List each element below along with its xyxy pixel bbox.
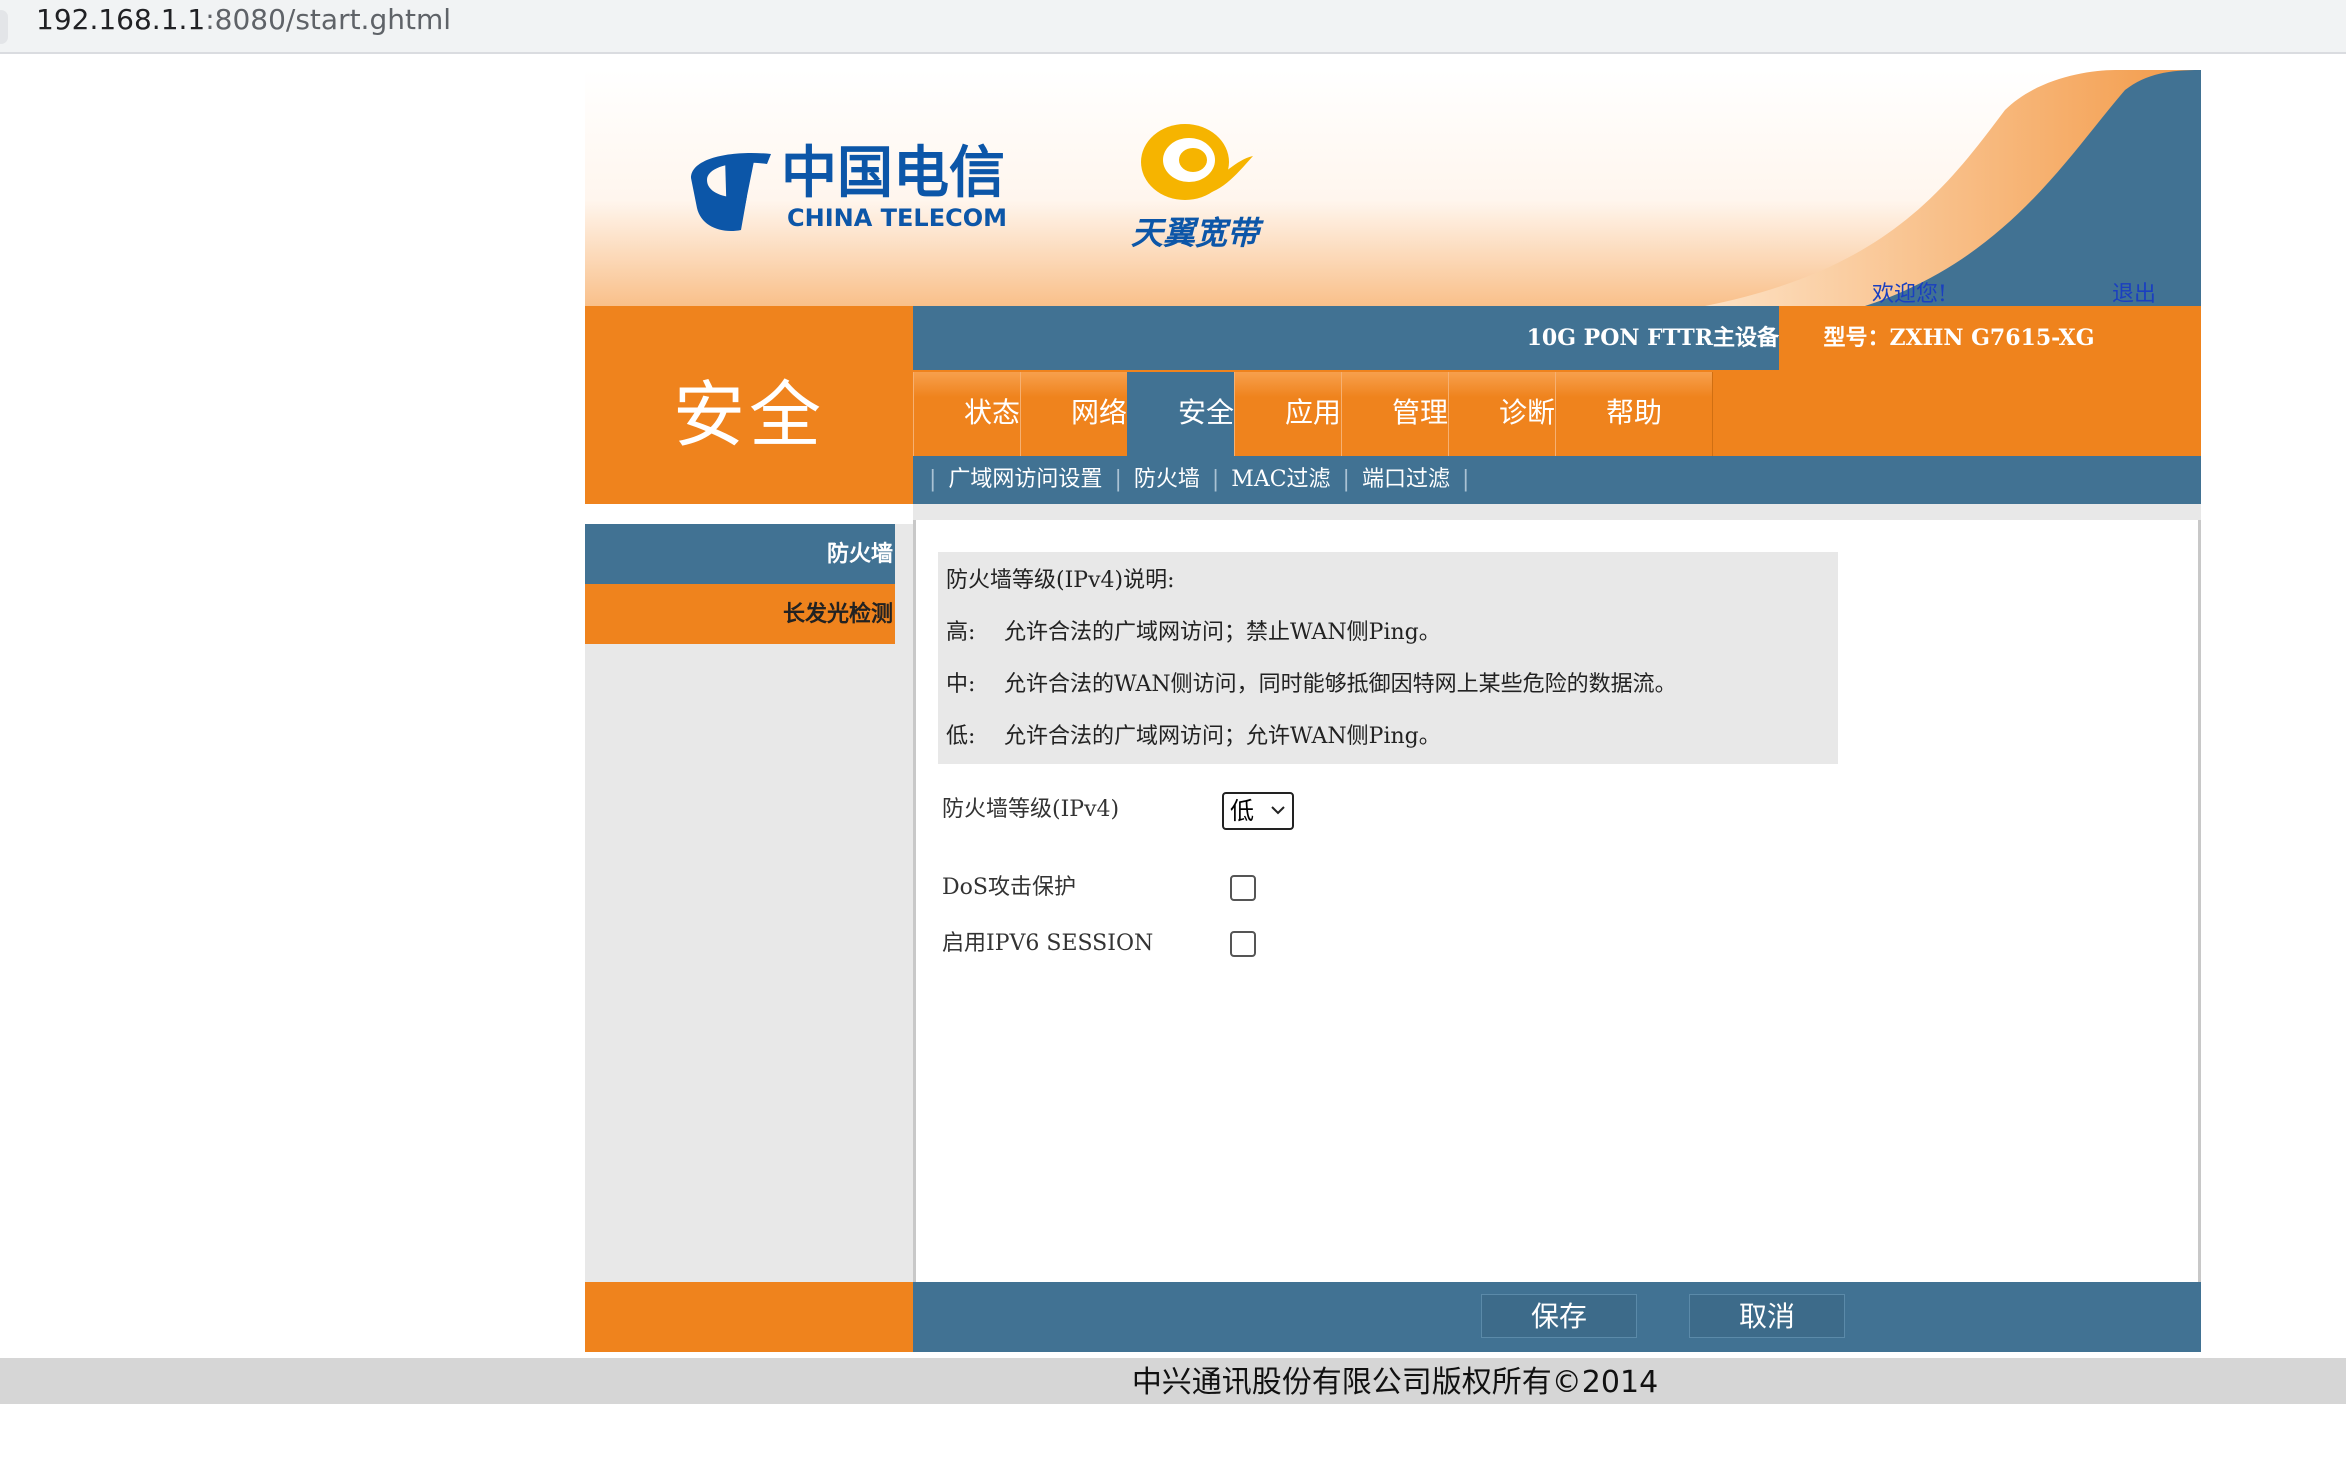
subnav-mac-filter[interactable]: MAC过滤 <box>1231 456 1330 504</box>
subnav-separator: | <box>1342 467 1350 492</box>
logout-link[interactable]: 退出 <box>2112 276 2156 308</box>
level-low-text: 允许合法的广域网访问；允许WAN侧Ping。 <box>1004 724 1441 749</box>
left-menu-item-rogue-onu-detection[interactable]: 长发光检测 <box>585 584 895 644</box>
level-medium-name: 中: <box>946 672 976 697</box>
address-bar-edge <box>0 10 8 44</box>
left-menu: 防火墙 长发光检测 <box>585 504 913 1282</box>
main-tabs: 状态 网络 安全 应用 管理 诊断 帮助 <box>913 370 2201 456</box>
device-info-bar: 10G PON FTTR主设备 型号：ZXHN G7615-XG <box>913 306 2201 370</box>
left-menu-item-firewall[interactable]: 防火墙 <box>585 524 895 584</box>
level-medium-text: 允许合法的WAN侧访问，同时能够抵御因特网上某些危险的数据流。 <box>1004 672 1677 697</box>
subnav-separator: | <box>1461 467 1470 492</box>
ipv6-session-label: 启用IPV6 SESSION <box>942 931 1154 956</box>
sub-brand-text: 天翼宽带 <box>1131 214 1264 250</box>
subnav-firewall[interactable]: 防火墙 <box>1134 456 1200 504</box>
firewall-level-label: 防火墙等级(IPv4) <box>942 797 1120 822</box>
china-telecom-logo: 中国电信 CHINA TELECOM <box>691 141 1007 232</box>
welcome-text: 欢迎您! <box>1872 282 1947 307</box>
firewall-level-select[interactable]: 低 <box>1222 792 1294 830</box>
footer-button-bar: 保存 取消 <box>913 1282 2201 1352</box>
section-title-box: 安全 <box>585 306 913 504</box>
footer-left-block <box>585 1282 913 1352</box>
sub-navigation: | 广域网访问设置 | 防火墙 | MAC过滤 | 端口过滤 | <box>913 456 2201 504</box>
firewall-description-title: 防火墙等级(IPv4)说明: <box>946 568 1175 593</box>
firewall-level-value: 低 <box>1230 797 1254 825</box>
level-high-text: 允许合法的广域网访问；禁止WAN侧Ping。 <box>1004 620 1441 645</box>
device-model: 型号：ZXHN G7615-XG <box>1823 325 2095 351</box>
left-menu-gap <box>585 504 913 524</box>
level-low-line: 低: 允许合法的广域网访问；允许WAN侧Ping。 <box>946 714 1838 766</box>
subnav-port-filter[interactable]: 端口过滤 <box>1362 456 1450 504</box>
address-url[interactable]: 192.168.1.1:8080/start.ghtml <box>36 0 451 40</box>
device-description: 10G PON FTTR主设备 <box>1526 325 1779 351</box>
model-box: 型号：ZXHN G7615-XG <box>1779 306 2201 370</box>
content-panel: 防火墙等级(IPv4)说明: 高: 允许合法的广域网访问；禁止WAN侧Ping。 … <box>913 520 2201 1282</box>
firewall-description-box: 防火墙等级(IPv4)说明: 高: 允许合法的广域网访问；禁止WAN侧Ping。 … <box>938 552 1838 764</box>
ipv6-session-checkbox[interactable] <box>1230 931 1256 957</box>
subnav-separator: | <box>929 467 937 492</box>
chevron-down-icon <box>1271 806 1285 815</box>
tianyi-broadband-logo: 天翼宽带 <box>1131 124 1264 250</box>
browser-address-bar: 192.168.1.1:8080/start.ghtml <box>0 0 2346 54</box>
copyright-text: 中兴通讯股份有限公司版权所有©2014 <box>1131 1365 1659 1400</box>
dos-protection-label: DoS攻击保护 <box>942 875 1076 900</box>
level-high-name: 高: <box>946 620 976 645</box>
level-low-name: 低: <box>946 724 976 749</box>
brand-cn-text: 中国电信 <box>781 141 1005 206</box>
level-high-line: 高: 允许合法的广域网访问；禁止WAN侧Ping。 <box>946 610 1838 662</box>
header-banner: 中国电信 CHINA TELECOM 天翼宽带 <box>585 70 2201 306</box>
brand-en-text: CHINA TELECOM <box>787 204 1007 232</box>
dos-protection-checkbox[interactable] <box>1230 875 1256 901</box>
level-medium-line: 中: 允许合法的WAN侧访问，同时能够抵御因特网上某些危险的数据流。 <box>946 662 1838 714</box>
tab-help[interactable]: 帮助 <box>1555 372 1713 456</box>
section-title: 安全 <box>672 373 825 457</box>
save-button[interactable]: 保存 <box>1481 1294 1637 1338</box>
subnav-wan-access[interactable]: 广域网访问设置 <box>948 456 1102 504</box>
url-path: :8080/start.ghtml <box>205 3 452 36</box>
cancel-button[interactable]: 取消 <box>1689 1294 1845 1338</box>
content-top-divider <box>913 504 2201 520</box>
subnav-separator: | <box>1211 467 1220 492</box>
subnav-separator: | <box>1114 467 1122 492</box>
copyright-bar: 中兴通讯股份有限公司版权所有©2014 <box>0 1358 2346 1404</box>
url-host: 192.168.1.1 <box>36 3 206 36</box>
